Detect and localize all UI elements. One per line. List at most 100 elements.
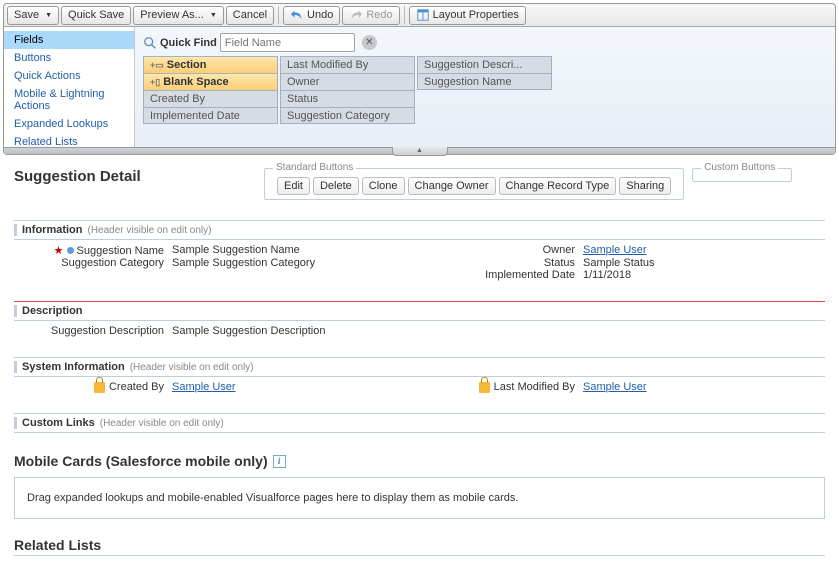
cancel-button[interactable]: Cancel bbox=[226, 6, 274, 25]
section-title-description: Description bbox=[22, 305, 83, 317]
section-handle bbox=[14, 417, 17, 429]
palette-resize-bar[interactable]: ▲ bbox=[4, 147, 835, 154]
info-icon[interactable]: i bbox=[273, 455, 286, 468]
blank-space-icon: +▯ bbox=[150, 77, 160, 88]
section-note: (Header visible on edit only) bbox=[88, 225, 212, 236]
section-handle bbox=[14, 305, 17, 317]
required-star-icon: ★ bbox=[54, 244, 64, 257]
field-value-suggestion-category: Sample Suggestion Category bbox=[172, 257, 463, 269]
section-icon: +▭ bbox=[150, 60, 164, 71]
field-palette-grid: +▭Section +▯Blank Space Created By Imple… bbox=[143, 56, 827, 124]
field-value-created-by[interactable]: Sample User bbox=[172, 381, 236, 393]
palette-field-status[interactable]: Status bbox=[280, 90, 415, 107]
palette-main: Quick Find ✕ +▭Section +▯Blank Space Cre… bbox=[135, 27, 835, 147]
lock-icon bbox=[94, 382, 105, 393]
field-value-suggestion-name: Sample Suggestion Name bbox=[172, 244, 463, 257]
palette-sidebar[interactable]: Fields Buttons Quick Actions Mobile & Li… bbox=[4, 27, 135, 147]
field-label-suggestion-category: Suggestion Category bbox=[18, 257, 172, 269]
section-description: Description Suggestion Description Sampl… bbox=[14, 301, 825, 347]
palette-body: Fields Buttons Quick Actions Mobile & Li… bbox=[4, 27, 835, 147]
standard-btn-edit[interactable]: Edit bbox=[277, 177, 310, 195]
undo-label: Undo bbox=[307, 9, 333, 21]
custom-buttons-group: Custom Buttons bbox=[692, 168, 792, 182]
assignable-dot-icon bbox=[67, 247, 74, 254]
field-label-implemented-date: Implemented Date bbox=[463, 269, 583, 281]
sidebar-item-related-lists[interactable]: Related Lists bbox=[4, 133, 134, 147]
field-value-implemented-date: 1/11/2018 bbox=[583, 269, 825, 281]
redo-label: Redo bbox=[366, 9, 392, 21]
palette-field-implemented-date[interactable]: Implemented Date bbox=[143, 107, 278, 124]
field-value-owner[interactable]: Sample User bbox=[583, 244, 647, 256]
quick-save-button[interactable]: Quick Save bbox=[61, 6, 131, 25]
quick-save-label: Quick Save bbox=[68, 9, 124, 21]
sidebar-item-mobile-lightning[interactable]: Mobile & Lightning Actions bbox=[4, 85, 134, 115]
sidebar-item-quick-actions[interactable]: Quick Actions bbox=[4, 67, 134, 85]
section-note: (Header visible on edit only) bbox=[100, 418, 224, 429]
palette-field-section[interactable]: +▭Section bbox=[143, 56, 278, 73]
preview-as-button[interactable]: Preview As... ▼ bbox=[133, 6, 224, 25]
standard-btn-delete[interactable]: Delete bbox=[313, 177, 359, 195]
section-handle bbox=[14, 361, 17, 373]
field-label-status: Status bbox=[463, 257, 583, 269]
palette-field-last-modified-by[interactable]: Last Modified By bbox=[280, 56, 415, 73]
palette-field-created-by[interactable]: Created By bbox=[143, 90, 278, 107]
preview-as-dropdown-icon: ▼ bbox=[210, 12, 217, 19]
field-label-created-by: Created By bbox=[109, 381, 164, 393]
field-label-owner: Owner bbox=[463, 244, 583, 257]
standard-btn-change-record-type[interactable]: Change Record Type bbox=[499, 177, 617, 195]
standard-btn-sharing[interactable]: Sharing bbox=[619, 177, 671, 195]
field-label-suggestion-description: Suggestion Description bbox=[18, 325, 172, 337]
mobile-cards-dropzone[interactable]: Drag expanded lookups and mobile-enabled… bbox=[14, 477, 825, 519]
sidebar-item-expanded-lookups[interactable]: Expanded Lookups bbox=[4, 115, 134, 133]
palette-field-suggestion-description[interactable]: Suggestion Descri... bbox=[417, 56, 552, 73]
custom-buttons-legend: Custom Buttons bbox=[701, 162, 778, 173]
quick-find-input[interactable] bbox=[220, 33, 355, 52]
toolbar-separator bbox=[278, 6, 279, 24]
undo-icon bbox=[290, 8, 304, 22]
layout-properties-icon bbox=[416, 8, 430, 22]
standard-buttons-group: Standard Buttons Edit Delete Clone Chang… bbox=[264, 168, 684, 200]
section-title-custom-links: Custom Links bbox=[22, 417, 95, 429]
standard-buttons-legend: Standard Buttons bbox=[273, 162, 356, 173]
mobile-cards-title: Mobile Cards (Salesforce mobile only) i bbox=[14, 453, 825, 469]
palette-field-blank-space[interactable]: +▯Blank Space bbox=[143, 73, 278, 90]
standard-btn-change-owner[interactable]: Change Owner bbox=[408, 177, 496, 195]
section-handle bbox=[14, 224, 17, 236]
save-label: Save bbox=[14, 9, 39, 21]
field-label-modified-by: Last Modified By bbox=[494, 381, 575, 393]
quick-find-clear-icon[interactable]: ✕ bbox=[362, 35, 377, 50]
palette-field-suggestion-name[interactable]: Suggestion Name bbox=[417, 73, 552, 90]
resize-handle[interactable]: ▲ bbox=[392, 147, 448, 156]
layout-properties-button[interactable]: Layout Properties bbox=[409, 6, 526, 25]
field-value-status: Sample Status bbox=[583, 257, 825, 269]
sidebar-item-fields[interactable]: Fields bbox=[4, 31, 134, 49]
related-lists-title: Related Lists bbox=[14, 537, 825, 556]
save-dropdown-icon: ▼ bbox=[45, 12, 52, 19]
palette-field-owner[interactable]: Owner bbox=[280, 73, 415, 90]
chevron-up-icon: ▲ bbox=[416, 148, 423, 154]
toolbar-separator bbox=[404, 6, 405, 24]
section-system-information: System Information (Header visible on ed… bbox=[14, 357, 825, 403]
field-label-suggestion-name: Suggestion Name bbox=[77, 245, 164, 257]
section-note: (Header visible on edit only) bbox=[130, 362, 254, 373]
section-title-information: Information bbox=[22, 224, 83, 236]
undo-button[interactable]: Undo bbox=[283, 6, 340, 25]
cancel-label: Cancel bbox=[233, 9, 267, 21]
page-title: Suggestion Detail bbox=[14, 168, 264, 185]
section-information: Information (Header visible on edit only… bbox=[14, 220, 825, 291]
palette-field-suggestion-category[interactable]: Suggestion Category bbox=[280, 107, 415, 124]
layout-props-label: Layout Properties bbox=[433, 9, 519, 21]
lock-icon bbox=[479, 382, 490, 393]
standard-btn-clone[interactable]: Clone bbox=[362, 177, 405, 195]
search-icon bbox=[143, 36, 157, 50]
save-button[interactable]: Save ▼ bbox=[7, 6, 59, 25]
section-title-system: System Information bbox=[22, 361, 125, 373]
field-value-suggestion-description: Sample Suggestion Description bbox=[172, 325, 463, 337]
sidebar-item-buttons[interactable]: Buttons bbox=[4, 49, 134, 67]
quick-find-row: Quick Find ✕ bbox=[143, 33, 827, 52]
redo-button[interactable]: Redo bbox=[342, 6, 399, 25]
preview-as-label: Preview As... bbox=[140, 9, 204, 21]
section-custom-links: Custom Links (Header visible on edit onl… bbox=[14, 413, 825, 433]
field-value-modified-by[interactable]: Sample User bbox=[583, 381, 647, 393]
redo-icon bbox=[349, 8, 363, 22]
